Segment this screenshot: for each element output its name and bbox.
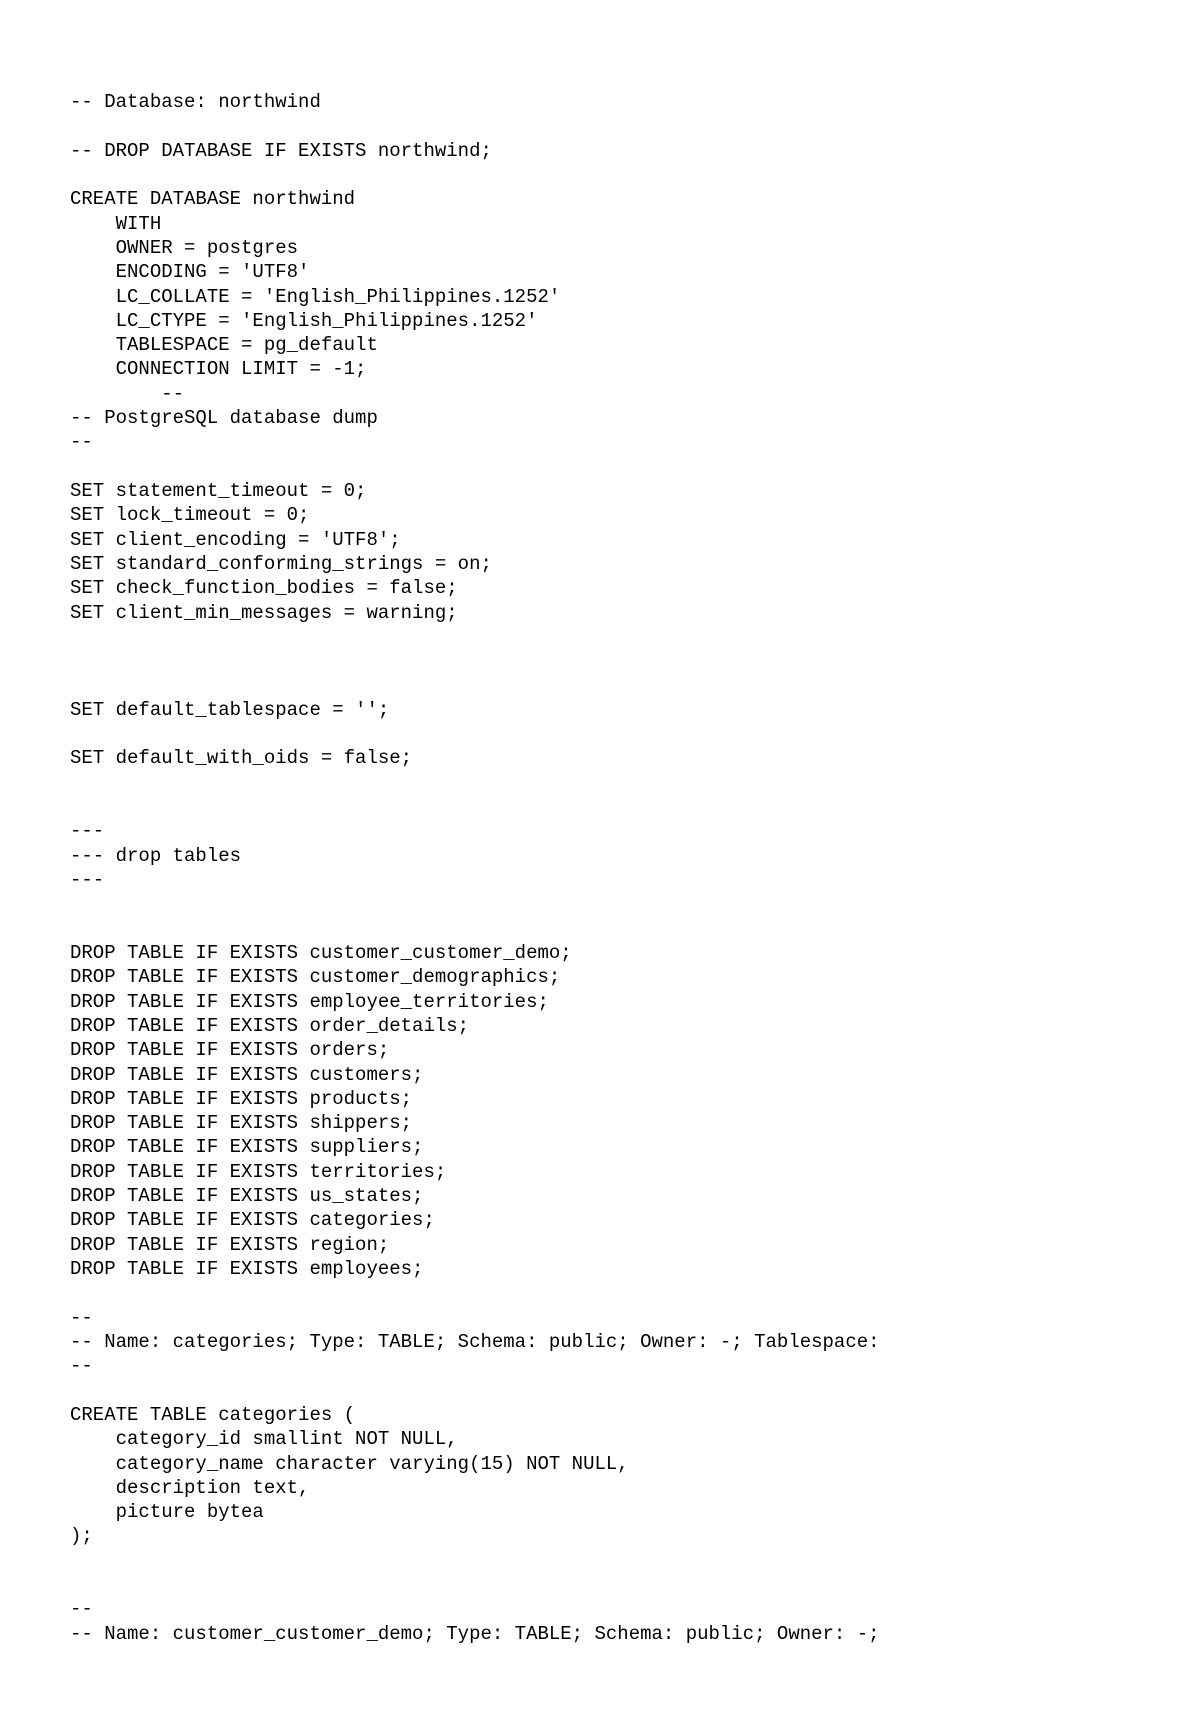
document-page: -- Database: northwind -- DROP DATABASE … <box>0 0 1200 1736</box>
sql-code-block: -- Database: northwind -- DROP DATABASE … <box>70 90 1130 1646</box>
